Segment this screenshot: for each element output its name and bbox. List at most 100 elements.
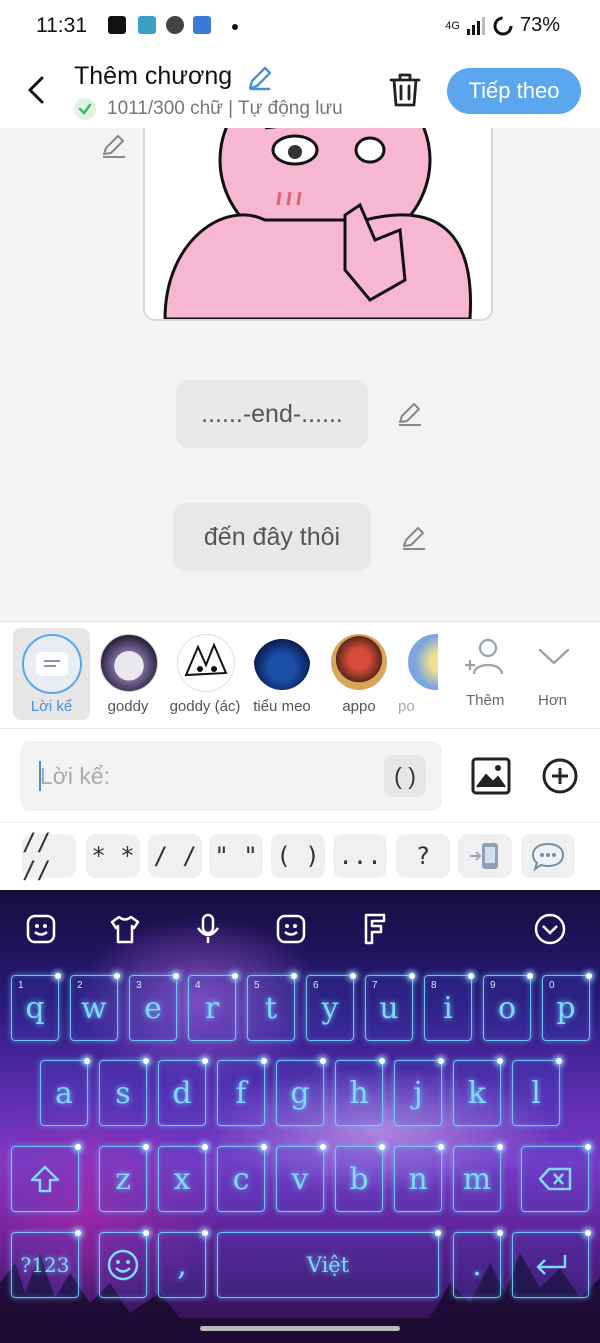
theme-button[interactable] (105, 912, 145, 946)
comma-key[interactable]: , (158, 1230, 208, 1298)
pencil-icon (403, 527, 425, 550)
emoji-key[interactable] (99, 1230, 149, 1298)
character-po[interactable]: po (398, 622, 438, 729)
chevron-down-circle-icon (534, 913, 566, 945)
trash-icon (389, 73, 421, 107)
edit-title-button[interactable] (246, 64, 274, 97)
key-q[interactable]: 1q (11, 973, 61, 1041)
key-i[interactable]: 8i (424, 973, 474, 1041)
text-input[interactable]: Lời kể: ( ) (20, 741, 442, 811)
keyboard: 1q 2w 3e 4r 5t 6y 7u 8i 9o 0p a s d f g … (0, 890, 600, 1343)
battery-percent: 73% (519, 14, 560, 36)
key-c[interactable]: c (217, 1144, 267, 1212)
microphone-icon (196, 913, 220, 943)
key-e[interactable]: 3e (129, 973, 179, 1041)
home-indicator[interactable] (200, 1326, 400, 1331)
voice-button[interactable] (188, 912, 228, 946)
key-b[interactable]: b (335, 1144, 385, 1212)
key-y[interactable]: 6y (306, 973, 356, 1041)
noveltoon-icon (193, 16, 211, 34)
delete-button[interactable] (388, 72, 422, 113)
snippet-button[interactable]: / / (148, 834, 202, 878)
key-a[interactable]: a (40, 1058, 90, 1126)
font-button[interactable] (354, 912, 394, 946)
key-l[interactable]: l (512, 1058, 562, 1126)
emoji-button[interactable] (271, 912, 311, 946)
backspace-key[interactable] (521, 1144, 591, 1212)
key-d[interactable]: d (158, 1058, 208, 1126)
key-s[interactable]: s (99, 1058, 149, 1126)
emoji-toolbar-button[interactable] (21, 912, 61, 946)
key-f[interactable]: f (217, 1058, 267, 1126)
key-k[interactable]: k (453, 1058, 503, 1126)
narrator-tab[interactable]: Lời kể (13, 628, 90, 720)
emoji-icon (276, 914, 306, 944)
character-goddy-ac[interactable]: goddy (ác) (167, 622, 243, 729)
text-bubble[interactable]: ......-end-...... (176, 380, 368, 448)
comment-button[interactable] (521, 834, 575, 878)
status-bar: 11:31 4G 73% (0, 0, 600, 54)
key-p[interactable]: 0p (542, 973, 592, 1041)
more-button[interactable]: Hơn (532, 636, 576, 709)
next-button[interactable]: Tiếp theo (447, 68, 581, 114)
edit-bubble-button[interactable] (396, 400, 424, 433)
key-z[interactable]: z (99, 1144, 149, 1212)
character-appo[interactable]: appo (321, 622, 397, 729)
page-title: Thêm chương (74, 62, 233, 90)
key-r[interactable]: 4r (188, 973, 238, 1041)
shift-arrow-icon (30, 1165, 60, 1193)
text-bubble[interactable]: đến đây thôi (173, 503, 371, 571)
character-goddy[interactable]: goddy (90, 622, 166, 729)
chapter-image[interactable] (143, 128, 493, 321)
edit-image-button[interactable] (100, 132, 128, 165)
enter-key[interactable] (512, 1230, 591, 1298)
shift-key[interactable] (11, 1144, 81, 1212)
chapter-content[interactable]: ......-end-...... đến đây thôi (0, 128, 600, 621)
snippet-button[interactable]: ... (333, 834, 387, 878)
key-w[interactable]: 2w (70, 973, 120, 1041)
insert-image-button[interactable] (471, 757, 511, 800)
smiley-icon (107, 1249, 139, 1281)
snippet-button[interactable]: // // (22, 828, 76, 884)
key-h[interactable]: h (335, 1058, 385, 1126)
avatar (408, 634, 438, 690)
snippet-button[interactable]: " " (209, 834, 263, 878)
chevron-down-icon (538, 648, 570, 665)
input-row: Lời kể: ( ) (0, 728, 600, 823)
space-key[interactable]: Việt (217, 1230, 441, 1298)
character-tieu-meo[interactable]: tiểu meo (244, 622, 320, 729)
add-character-button[interactable]: Thêm (462, 636, 510, 709)
snippet-button[interactable]: ( ) (271, 834, 325, 878)
symbols-key[interactable]: ?123 (11, 1230, 81, 1298)
key-o[interactable]: 9o (483, 973, 533, 1041)
image-icon (471, 757, 511, 795)
check-icon (74, 98, 96, 120)
add-button[interactable] (541, 757, 579, 800)
smiley-sticker-icon (26, 914, 56, 944)
input-placeholder: Lời kể: (40, 763, 111, 789)
key-x[interactable]: x (158, 1144, 208, 1212)
key-j[interactable]: j (394, 1058, 444, 1126)
key-m[interactable]: m (453, 1144, 503, 1212)
chevron-left-icon (28, 76, 44, 104)
avatar (254, 634, 310, 690)
app-icon (166, 16, 184, 34)
pencil-icon (399, 403, 421, 426)
snippet-button[interactable]: ? (396, 834, 450, 878)
back-button[interactable] (22, 72, 54, 108)
status-time: 11:31 (36, 14, 87, 37)
key-t[interactable]: 5t (247, 973, 297, 1041)
move-button[interactable] (458, 834, 512, 878)
period-key[interactable]: . (453, 1230, 503, 1298)
app-icon (138, 16, 156, 34)
notification-dot-icon (232, 24, 238, 30)
key-v[interactable]: v (276, 1144, 326, 1212)
edit-bubble-button[interactable] (400, 524, 428, 557)
key-g[interactable]: g (276, 1058, 326, 1126)
plus-circle-icon (542, 758, 578, 794)
key-n[interactable]: n (394, 1144, 444, 1212)
hide-keyboard-button[interactable] (530, 912, 570, 946)
key-u[interactable]: 7u (365, 973, 415, 1041)
insert-paren-button[interactable]: ( ) (384, 755, 426, 797)
snippet-button[interactable]: * * (86, 834, 140, 878)
